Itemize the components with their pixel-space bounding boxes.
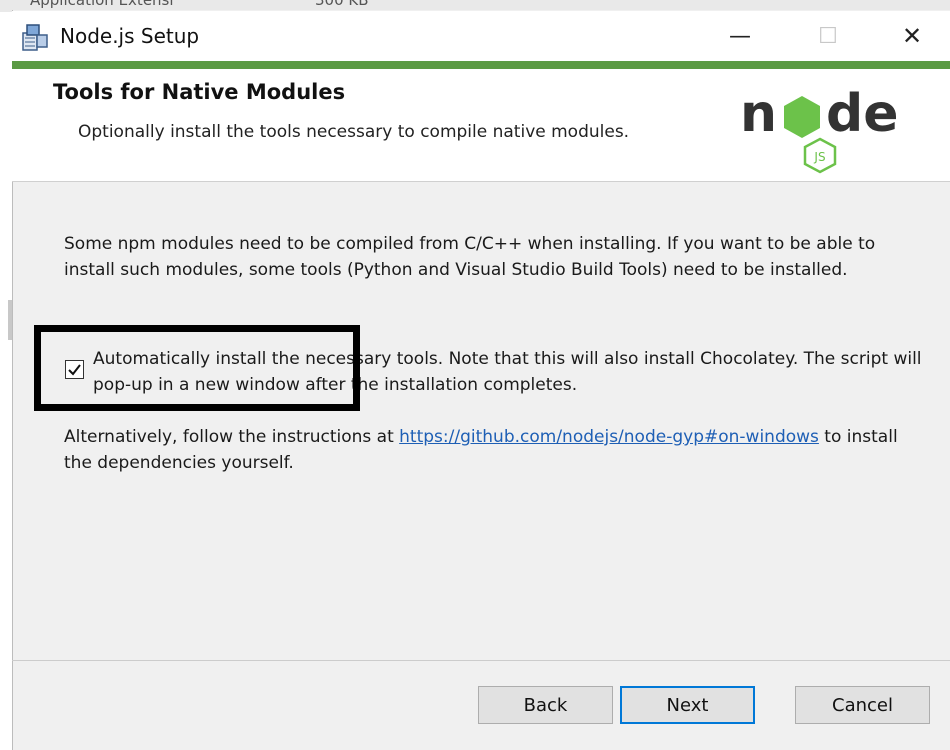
close-icon: ✕ bbox=[901, 22, 923, 50]
logo-word-right: de bbox=[826, 84, 899, 144]
background-text: Application Extensi bbox=[30, 0, 174, 9]
installer-app-icon bbox=[20, 22, 50, 52]
next-button[interactable]: Next bbox=[620, 686, 755, 724]
node-gyp-link[interactable]: https://github.com/nodejs/node-gyp#on-wi… bbox=[399, 427, 819, 447]
window-title: Node.js Setup bbox=[60, 24, 200, 48]
cancel-button[interactable]: Cancel bbox=[795, 686, 930, 724]
background-size-text: 300 KB bbox=[315, 0, 369, 9]
close-button[interactable]: ✕ bbox=[872, 11, 950, 61]
accent-bar bbox=[12, 61, 950, 69]
nodejs-logo: n de JS bbox=[740, 76, 910, 176]
logo-word-left: n bbox=[740, 84, 777, 144]
alternative-prefix: Alternatively, follow the instructions a… bbox=[64, 427, 400, 447]
logo-js-text: JS bbox=[813, 150, 825, 164]
page-heading: Tools for Native Modules bbox=[53, 80, 346, 104]
maximize-button[interactable]: ☐ bbox=[788, 11, 868, 61]
minimize-icon: — bbox=[729, 23, 751, 49]
minimize-button[interactable]: — bbox=[700, 11, 780, 61]
annotation-highlight-box bbox=[34, 325, 360, 411]
logo-hexagon-icon bbox=[784, 96, 820, 138]
footer-separator bbox=[12, 660, 950, 661]
alternative-instructions: Alternatively, follow the instructions a… bbox=[64, 424, 924, 476]
maximize-icon: ☐ bbox=[818, 23, 838, 49]
page-subheading: Optionally install the tools necessary t… bbox=[78, 122, 630, 142]
back-button[interactable]: Back bbox=[478, 686, 613, 724]
description-text: Some npm modules need to be compiled fro… bbox=[64, 234, 876, 280]
